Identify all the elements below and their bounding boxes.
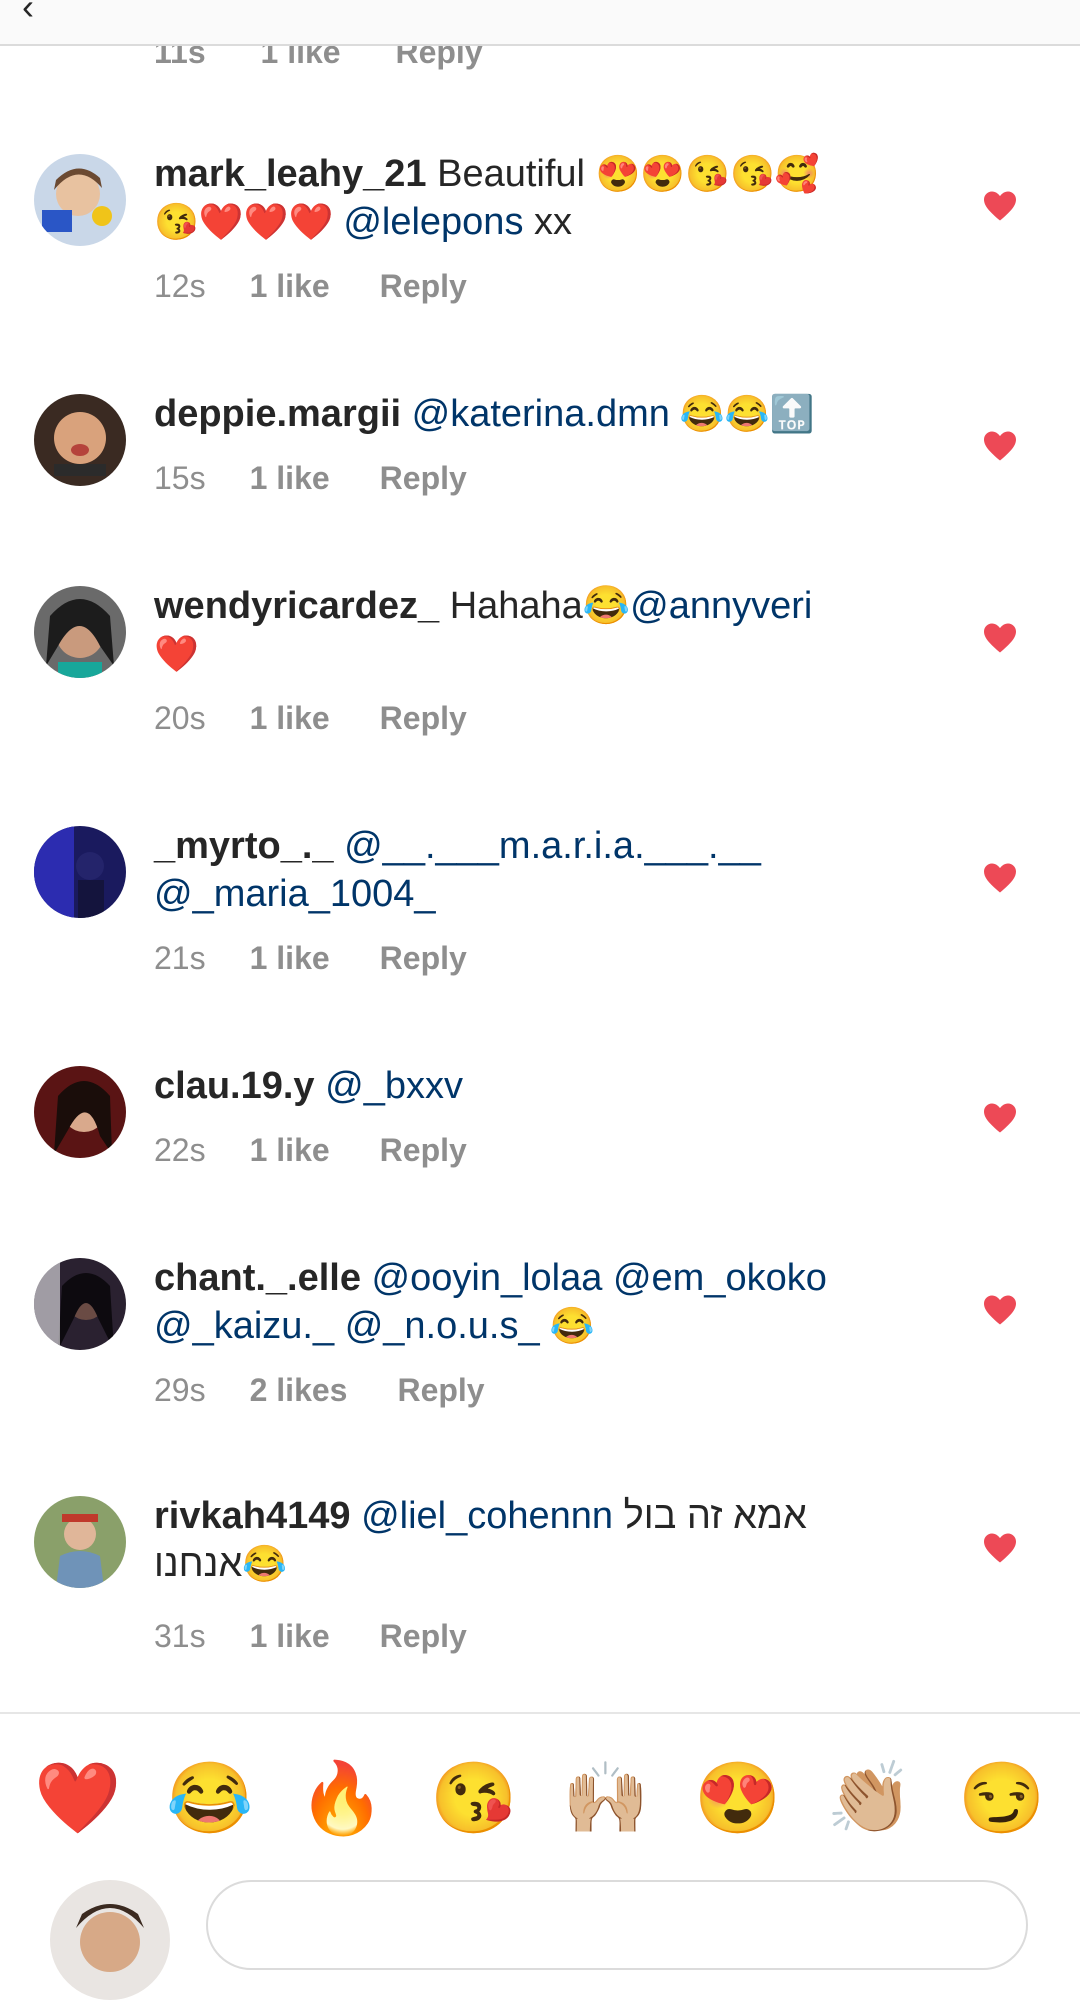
like-heart-icon[interactable] [982,622,1018,654]
user-avatar[interactable] [34,826,126,918]
like-heart-icon[interactable] [982,430,1018,462]
comment-mention[interactable]: @em_okoko [613,1257,827,1299]
comment-meta: 12s 1 like Reply [154,268,467,305]
comment-emoji: 😂 [242,1543,288,1584]
comment-likes[interactable]: 1 like [250,700,330,737]
user-avatar[interactable] [34,394,126,486]
comment-username[interactable]: _myrto_._ [154,825,334,867]
user-avatar[interactable] [34,1066,126,1158]
reply-button[interactable]: Reply [380,268,467,305]
raised-hands-emoji-button[interactable]: 🙌🏼 [560,1752,652,1844]
kiss-emoji-button[interactable]: 😘 [428,1752,520,1844]
comment-mention[interactable]: @__.___m.a.r.i.a.___.__ [344,825,761,867]
comment-body: Hahaha😂 [439,585,631,627]
comment-body: Beautiful [426,153,596,195]
heart-eyes-emoji-button[interactable]: 😍 [692,1752,784,1844]
comment-mention[interactable]: @annyveri [630,585,812,627]
comment-meta: 15s 1 like Reply [154,460,467,497]
reply-button[interactable]: Reply [380,1132,467,1169]
comment-time: 21s [154,940,206,976]
reply-button[interactable]: Reply [380,700,467,737]
comment-text: wendyricardez_ Hahaha😂@annyveri ❤️ [154,582,894,678]
comment-emoji: 😘❤️❤️❤️ [154,201,344,242]
reply-button[interactable]: Reply [380,460,467,497]
comment-body: אמא זה בול [623,1495,807,1537]
like-heart-icon[interactable] [982,190,1018,222]
comment-time: 20s [154,700,206,736]
comment-text: mark_leahy_21 Beautiful 😍😍😘😘🥰 😘❤️❤️❤️ @le… [154,150,894,246]
comment-time: 31s [154,1618,206,1654]
like-heart-icon[interactable] [982,862,1018,894]
comment-body: xx [523,201,573,243]
comment-time: 22s [154,1132,206,1168]
comment-username[interactable]: wendyricardez_ [154,585,439,627]
comment-meta: 22s 1 like Reply [154,1132,467,1169]
comment-mention[interactable]: @_kaizu._ [154,1305,334,1347]
comment-username[interactable]: deppie.margii [154,393,401,435]
comment-mention[interactable]: @katerina.dmn [412,393,670,435]
smirk-emoji-button[interactable]: 😏 [956,1752,1048,1844]
comment-meta: 31s 1 like Reply [154,1618,467,1655]
comment-time: 29s [154,1372,206,1408]
like-heart-icon[interactable] [982,1532,1018,1564]
back-arrow-icon[interactable]: ‹ [22,0,34,28]
comment-emoji: ❤️ [154,633,199,674]
comment-input[interactable] [206,1880,1028,1970]
divider [0,1712,1080,1714]
comment-mention[interactable]: @_bxxv [325,1065,463,1107]
comment-time: 12s [154,268,206,304]
comment-likes[interactable]: 1 like [250,940,330,977]
clapping-emoji-button[interactable]: 👏🏼 [824,1752,916,1844]
comment-username[interactable]: rivkah4149 [154,1495,351,1537]
comment-likes[interactable]: 1 like [250,1132,330,1169]
like-heart-icon[interactable] [982,1294,1018,1326]
heart-emoji-button[interactable]: ❤️ [32,1752,124,1844]
comment-text: _myrto_._ @__.___m.a.r.i.a.___.__ @_maria… [154,822,894,918]
reply-button[interactable]: Reply [380,940,467,977]
comment-likes[interactable]: 2 likes [250,1372,348,1409]
like-heart-icon[interactable] [982,1102,1018,1134]
comment-emoji: 😍😍😘😘🥰 [595,153,820,194]
comment-mention[interactable]: @liel_cohennn [361,1495,613,1537]
comment-text: deppie.margii @katerina.dmn 😂😂🔝 [154,390,894,438]
comment-username[interactable]: clau.19.y [154,1065,315,1107]
comment-likes[interactable]: 1 like [250,460,330,497]
comment-likes[interactable]: 1 like [250,268,330,305]
comment-body: אנחנו [154,1543,243,1585]
laughing-emoji-button[interactable]: 😂 [164,1752,256,1844]
comment-text: chant._.elle @ooyin_lolaa @em_okoko @_kai… [154,1254,894,1350]
user-avatar[interactable] [34,586,126,678]
comment-time: 15s [154,460,206,496]
reply-button[interactable]: Reply [397,1372,484,1409]
comment-emoji: 😂😂🔝 [669,393,815,434]
comment-mention[interactable]: @_maria_1004_ [154,873,436,915]
comment-emoji: 😂 [539,1305,595,1346]
comment-meta: 20s 1 like Reply [154,700,467,737]
current-user-avatar [50,1880,170,2000]
top-bar: ‹ [0,0,1080,46]
quick-reaction-bar: ❤️ 😂 🔥 😘 🙌🏼 😍 👏🏼 😏 [0,1752,1080,1844]
comment-meta: 29s 2 likes Reply [154,1372,485,1409]
comment-username[interactable]: mark_leahy_21 [154,153,427,195]
comment-text: rivkah4149 @liel_cohennn אמא זה בול אנחנו… [154,1492,894,1588]
user-avatar[interactable] [34,1258,126,1350]
comment-username[interactable]: chant._.elle [154,1257,361,1299]
comment-text: clau.19.y @_bxxv [154,1062,894,1110]
user-avatar[interactable] [34,154,126,246]
comment-mention[interactable]: @ooyin_lolaa [372,1257,603,1299]
fire-emoji-button[interactable]: 🔥 [296,1752,388,1844]
comment-mention[interactable]: @_n.o.u.s_ [345,1305,540,1347]
user-avatar[interactable] [34,1496,126,1588]
reply-button[interactable]: Reply [380,1618,467,1655]
comment-meta: 21s 1 like Reply [154,940,467,977]
comment-likes[interactable]: 1 like [250,1618,330,1655]
comment-mention[interactable]: @lelepons [343,201,523,243]
